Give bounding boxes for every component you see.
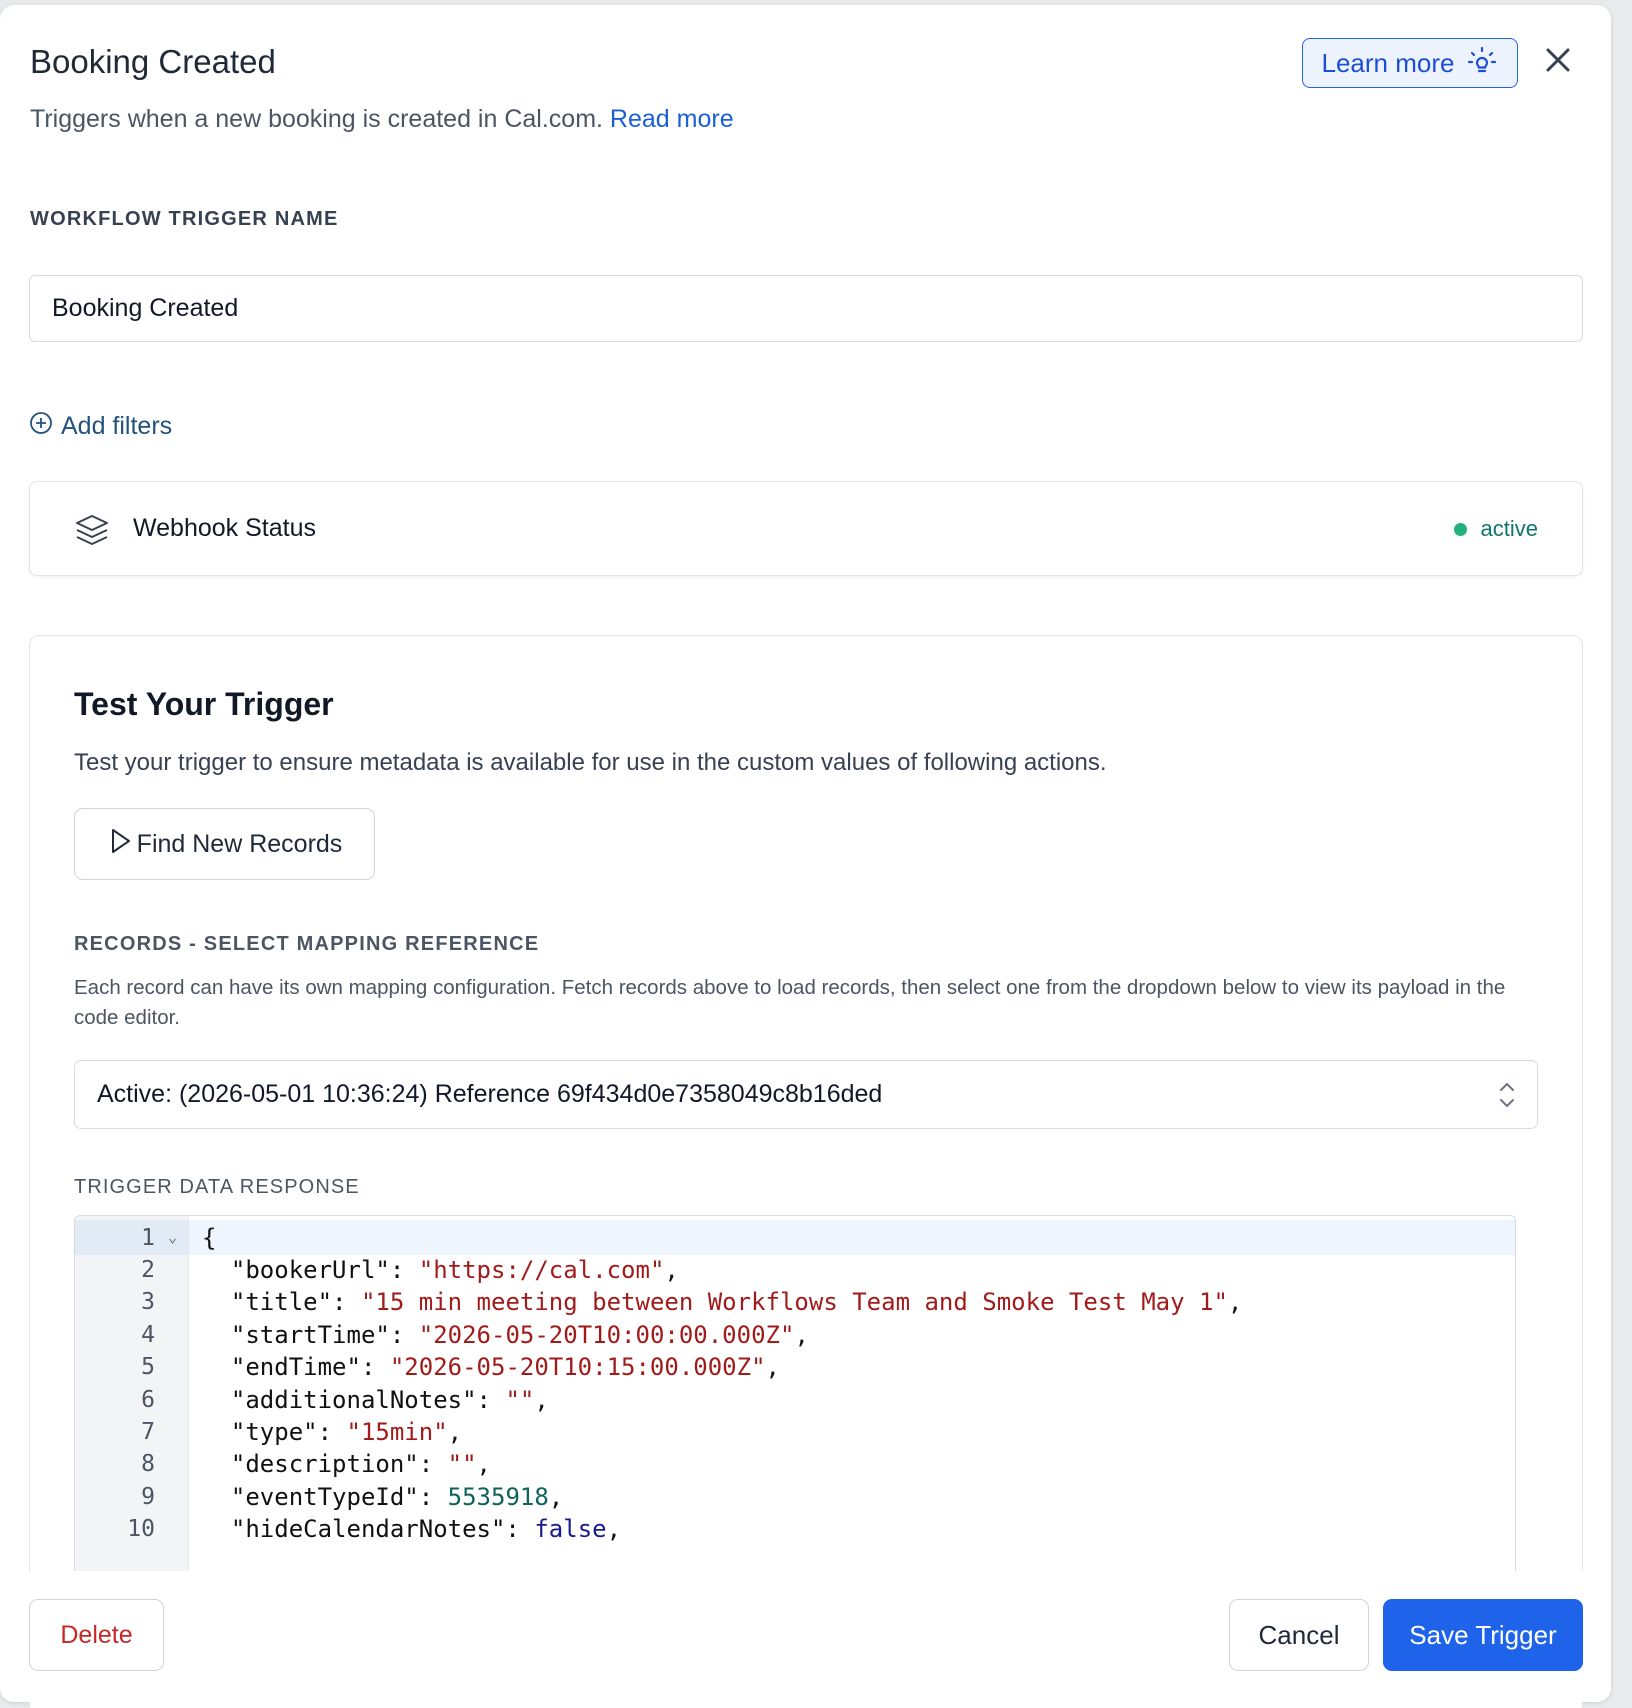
code-text: "title": "15 min meeting between Workflo… (189, 1288, 1242, 1316)
line-number: 4 (141, 1321, 155, 1348)
code-text: "eventTypeId": 5535918, (189, 1483, 563, 1511)
code-token: "title": (202, 1288, 361, 1317)
code-token: , (548, 1482, 564, 1511)
code-token: "https://cal.com" (418, 1256, 665, 1285)
code-line: 6 "additionalNotes": "", (75, 1382, 1515, 1417)
code-text: { (189, 1224, 216, 1252)
play-icon (107, 827, 133, 862)
cancel-button[interactable]: Cancel (1229, 1599, 1369, 1671)
code-token: "15min" (346, 1418, 448, 1447)
line-number: 8 (141, 1451, 155, 1478)
page-title: Booking Created (30, 43, 276, 80)
code-token: "2026-05-20T10:00:00.000Z" (418, 1320, 795, 1349)
chevron-up-down-icon (1497, 1079, 1517, 1118)
plus-circle-icon (29, 411, 53, 442)
code-text: "endTime": "2026-05-20T10:15:00.000Z", (189, 1353, 780, 1381)
code-line: 5 "endTime": "2026-05-20T10:15:00.000Z", (75, 1350, 1515, 1385)
code-text: "hideCalendarNotes": false, (189, 1515, 621, 1543)
code-token: , (447, 1418, 463, 1447)
code-token: , (606, 1515, 622, 1544)
line-number: 5 (141, 1354, 155, 1381)
fold-chevron-icon[interactable]: ⌄ (168, 1228, 177, 1246)
code-token: , (765, 1353, 780, 1382)
learn-more-label: Learn more (1321, 47, 1455, 78)
code-text: "type": "15min", (189, 1418, 462, 1446)
code-text: "additionalNotes": "", (189, 1386, 549, 1414)
line-number: 6 (141, 1386, 155, 1413)
code-line: 4 "startTime": "2026-05-20T10:00:00.000Z… (75, 1317, 1515, 1352)
line-number: 9 (141, 1483, 155, 1510)
code-token: "15 min meeting between Workflows Team a… (360, 1288, 1228, 1317)
footer-bar: Delete Cancel Save Trigger (0, 1571, 1611, 1702)
lightbulb-icon (1466, 44, 1498, 83)
code-line: 9 "eventTypeId": 5535918, (75, 1479, 1515, 1514)
code-editor[interactable]: 1 ⌄{2 "bookerUrl": "https://cal.com", 3 "t… (74, 1215, 1516, 1575)
trigger-name-input[interactable] (29, 275, 1583, 342)
code-token: "startTime": (202, 1320, 419, 1349)
line-number: 1 ⌄ (75, 1220, 189, 1256)
record-select-value: Active: (2026-05-01 10:36:24) Reference … (97, 1080, 883, 1108)
close-button[interactable] (1541, 45, 1575, 79)
code-token: "hideCalendarNotes": (202, 1515, 535, 1544)
code-token: , (534, 1385, 549, 1414)
code-line: 10 "hideCalendarNotes": false, (75, 1512, 1515, 1547)
line-number: 3 (141, 1289, 155, 1316)
code-line: 1 ⌄ { (75, 1220, 1515, 1256)
code-token: "" (447, 1450, 477, 1479)
code-token: , (1227, 1288, 1243, 1317)
read-more-link[interactable]: Read more (610, 105, 734, 133)
record-select[interactable]: Active: (2026-05-01 10:36:24) Reference … (74, 1060, 1538, 1129)
trigger-name-label: WORKFLOW TRIGGER NAME (30, 208, 339, 230)
code-token: "bookerUrl": (202, 1256, 419, 1285)
code-token: 5535918 (447, 1482, 549, 1511)
code-text: "description": "", (189, 1450, 491, 1478)
code-token: , (476, 1450, 491, 1479)
add-filters-button[interactable]: Add filters (29, 411, 172, 442)
records-description: Each record can have its own mapping con… (74, 976, 1506, 1029)
code-token: false (534, 1515, 607, 1544)
save-trigger-button[interactable]: Save Trigger (1383, 1599, 1583, 1671)
find-new-records-label: Find New Records (136, 829, 343, 858)
delete-button[interactable]: Delete (29, 1599, 164, 1671)
test-trigger-title: Test Your Trigger (74, 686, 334, 722)
learn-more-button[interactable]: Learn more (1302, 38, 1518, 88)
page-subtitle: Triggers when a new booking is created i… (30, 105, 734, 134)
code-line: 3 "title": "15 min meeting between Workf… (75, 1285, 1515, 1320)
webhook-status-label: Webhook Status (133, 514, 316, 542)
subtitle-text: Triggers when a new booking is created i… (30, 105, 603, 133)
status-badge: active (1453, 516, 1538, 542)
code-line: 7 "type": "15min", (75, 1414, 1515, 1449)
test-trigger-description: Test your trigger to ensure metadata is … (74, 749, 1107, 776)
trigger-config-panel: Booking Created Triggers when a new book… (0, 5, 1611, 1708)
code-token: { (202, 1223, 217, 1252)
code-token: , (794, 1320, 809, 1349)
line-number: 10 (127, 1516, 155, 1543)
status-dot (1453, 522, 1467, 536)
test-trigger-card: Test Your Trigger Test your trigger to e… (29, 635, 1583, 1708)
status-text: active (1480, 516, 1538, 541)
code-text: "bookerUrl": "https://cal.com", (189, 1256, 679, 1284)
trigger-data-response-label: TRIGGER DATA RESPONSE (74, 1176, 360, 1198)
code-line: 2 "bookerUrl": "https://cal.com", (75, 1252, 1515, 1287)
records-label: RECORDS - SELECT MAPPING REFERENCE (74, 933, 540, 955)
code-token: "type": (202, 1418, 347, 1447)
line-number: 7 (141, 1419, 155, 1446)
layers-icon (74, 512, 110, 553)
code-token: "eventTypeId": (202, 1482, 448, 1511)
code-token: "additionalNotes": (202, 1385, 506, 1414)
close-icon (1545, 47, 1571, 78)
find-new-records-button[interactable]: Find New Records (74, 808, 375, 880)
add-filters-label: Add filters (61, 412, 173, 440)
code-text: "startTime": "2026-05-20T10:00:00.000Z", (189, 1321, 809, 1349)
code-token: , (664, 1256, 679, 1285)
code-token: "description": (202, 1450, 448, 1479)
code-line: 8 "description": "", (75, 1447, 1515, 1482)
code-token: "endTime": (202, 1353, 390, 1382)
code-token: "" (505, 1385, 535, 1414)
webhook-status-card: Webhook Status active (29, 481, 1583, 576)
line-number: 2 (141, 1257, 155, 1284)
code-token: "2026-05-20T10:15:00.000Z" (389, 1353, 766, 1382)
